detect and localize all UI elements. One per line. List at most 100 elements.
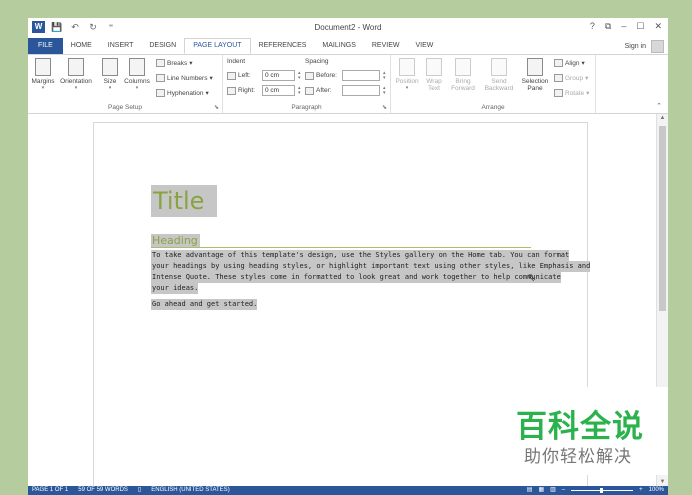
indent-left-icon xyxy=(227,71,236,80)
web-layout-icon[interactable]: ▥ xyxy=(550,486,556,495)
scroll-thumb[interactable] xyxy=(659,126,666,311)
rotate-button[interactable]: Rotate ▾ xyxy=(554,89,589,97)
document-heading[interactable]: Heading xyxy=(151,234,200,248)
spacing-after-field[interactable] xyxy=(342,85,380,96)
breaks-icon xyxy=(156,59,165,67)
margins-button[interactable]: Margins ▾ xyxy=(30,58,56,91)
read-mode-icon[interactable]: ▤ xyxy=(527,486,533,495)
spacing-after-row: After: ▴ ▾ xyxy=(305,85,386,96)
tab-file[interactable]: FILE xyxy=(28,38,63,54)
orientation-icon xyxy=(68,58,84,76)
body-line[interactable]: Intense Quote. These styles come in form… xyxy=(151,272,561,283)
print-layout-icon[interactable]: ▦ xyxy=(538,486,544,495)
send-backward-button[interactable]: Send Backward xyxy=(481,58,517,92)
orientation-button[interactable]: Orientation ▾ xyxy=(58,58,94,91)
proofing-icon[interactable]: ▯ xyxy=(138,486,141,495)
body-line[interactable]: To take advantage of this template's des… xyxy=(151,250,570,261)
indent-right-label: Right: xyxy=(238,87,255,94)
document-title[interactable]: Title xyxy=(151,185,217,217)
tab-home[interactable]: HOME xyxy=(63,38,100,54)
selection-pane-label: Selection Pane xyxy=(521,78,549,92)
tab-review[interactable]: REVIEW xyxy=(364,38,408,54)
indent-right-row: Right: 0 cm ▴ ▾ xyxy=(227,85,301,96)
page-count[interactable]: PAGE 1 OF 1 xyxy=(32,486,68,495)
body-line[interactable]: your headings by using heading styles, o… xyxy=(151,261,591,272)
tab-insert[interactable]: INSERT xyxy=(100,38,142,54)
avatar[interactable] xyxy=(651,39,664,53)
indent-left-field[interactable]: 0 cm xyxy=(262,70,295,81)
scroll-up-icon[interactable]: ▲ xyxy=(657,115,668,121)
tab-view[interactable]: VIEW xyxy=(407,38,441,54)
tab-mailings[interactable]: MAILINGS xyxy=(314,38,363,54)
bring-forward-label: Bring Forward xyxy=(451,78,475,92)
line-numbers-button[interactable]: Line Numbers ▾ xyxy=(156,74,213,82)
breaks-label: Breaks xyxy=(167,59,188,67)
window-controls: ? ⧉ – ☐ ✕ xyxy=(590,21,662,32)
spacing-before-field[interactable] xyxy=(342,70,380,81)
align-button[interactable]: Align ▾ xyxy=(554,59,585,67)
watermark-sub-text: 助你轻松解决 xyxy=(524,447,632,466)
paragraph-dialog-launcher-icon[interactable]: ⬊ xyxy=(382,104,387,111)
help-icon[interactable]: ? xyxy=(590,21,595,32)
zoom-slider-knob[interactable] xyxy=(600,488,604,493)
columns-label: Columns xyxy=(124,78,150,85)
spinner-icon[interactable]: ▴ ▾ xyxy=(298,85,301,96)
hyphenation-icon xyxy=(156,89,165,97)
chevron-down-icon: ▾ xyxy=(108,85,112,91)
margins-icon xyxy=(35,58,51,76)
zoom-level[interactable]: 100% xyxy=(649,486,664,495)
send-backward-icon xyxy=(491,58,507,76)
tab-page-layout[interactable]: PAGE LAYOUT xyxy=(184,38,251,54)
position-button[interactable]: Position ▾ xyxy=(393,58,421,91)
wrap-text-label: Wrap Text xyxy=(426,78,442,92)
window-title: Document2 - Word xyxy=(314,23,382,32)
chevron-down-icon: ▾ xyxy=(135,85,139,91)
zoom-in-button[interactable]: + xyxy=(639,486,643,495)
ribbon-tabs: FILE HOME INSERT DESIGN PAGE LAYOUT REFE… xyxy=(28,38,668,54)
group-button[interactable]: Group ▾ xyxy=(554,74,588,82)
chevron-down-icon: ▾ xyxy=(74,85,78,91)
zoom-slider[interactable] xyxy=(571,488,634,493)
columns-button[interactable]: Columns ▾ xyxy=(122,58,152,91)
bring-forward-button[interactable]: Bring Forward xyxy=(447,58,479,92)
columns-icon xyxy=(129,58,145,76)
tab-design[interactable]: DESIGN xyxy=(141,38,184,54)
indent-header: Indent xyxy=(227,58,246,65)
minimize-icon[interactable]: – xyxy=(621,21,626,32)
bring-forward-icon xyxy=(455,58,471,76)
spinner-icon[interactable]: ▴ ▾ xyxy=(383,70,386,81)
spinner-icon[interactable]: ▴ ▾ xyxy=(298,70,301,81)
paragraph-group: Indent Spacing Left: 0 cm ▴ ▾ Right: 0 cm… xyxy=(223,55,391,113)
ribbon-display-options-icon[interactable]: ⧉ xyxy=(605,21,611,32)
indent-right-field[interactable]: 0 cm xyxy=(262,85,295,96)
signin-link[interactable]: Sign in xyxy=(625,43,646,50)
page-setup-dialog-launcher-icon[interactable]: ⬊ xyxy=(214,104,219,111)
word-count[interactable]: 59 OF 59 WORDS xyxy=(78,486,128,495)
tab-references[interactable]: REFERENCES xyxy=(251,38,315,54)
scroll-down-icon[interactable]: ▼ xyxy=(657,479,668,485)
maximize-icon[interactable]: ☐ xyxy=(636,21,644,32)
closing-line[interactable]: Go ahead and get started. xyxy=(151,299,258,310)
selection-pane-button[interactable]: Selection Pane xyxy=(519,58,551,92)
align-label: Align xyxy=(565,59,580,67)
collapse-ribbon-icon[interactable]: ⌃ xyxy=(656,102,662,110)
size-button[interactable]: Size ▾ xyxy=(100,58,120,91)
hyphenation-label: Hyphenation xyxy=(167,89,204,97)
close-icon[interactable]: ✕ xyxy=(654,21,662,32)
send-backward-label: Send Backward xyxy=(484,78,514,92)
heading-rule xyxy=(151,247,531,248)
breaks-button[interactable]: Breaks ▾ xyxy=(156,59,193,67)
spinner-icon[interactable]: ▴ ▾ xyxy=(383,85,386,96)
margins-label: Margins xyxy=(31,78,55,85)
spacing-before-row: Before: ▴ ▾ xyxy=(305,70,386,81)
position-label: Position xyxy=(395,78,419,85)
body-line[interactable]: your ideas. xyxy=(151,283,199,294)
watermark-main-text: 百科全说 xyxy=(516,409,644,444)
wrap-text-button[interactable]: Wrap Text xyxy=(423,58,445,92)
language-indicator[interactable]: ENGLISH (UNITED STATES) xyxy=(151,486,229,495)
position-icon xyxy=(399,58,415,76)
hyphenation-button[interactable]: Hyphenation ▾ xyxy=(156,89,209,97)
line-numbers-icon xyxy=(156,74,165,82)
arrange-label: Arrange xyxy=(481,104,505,111)
zoom-out-button[interactable]: – xyxy=(562,486,565,495)
